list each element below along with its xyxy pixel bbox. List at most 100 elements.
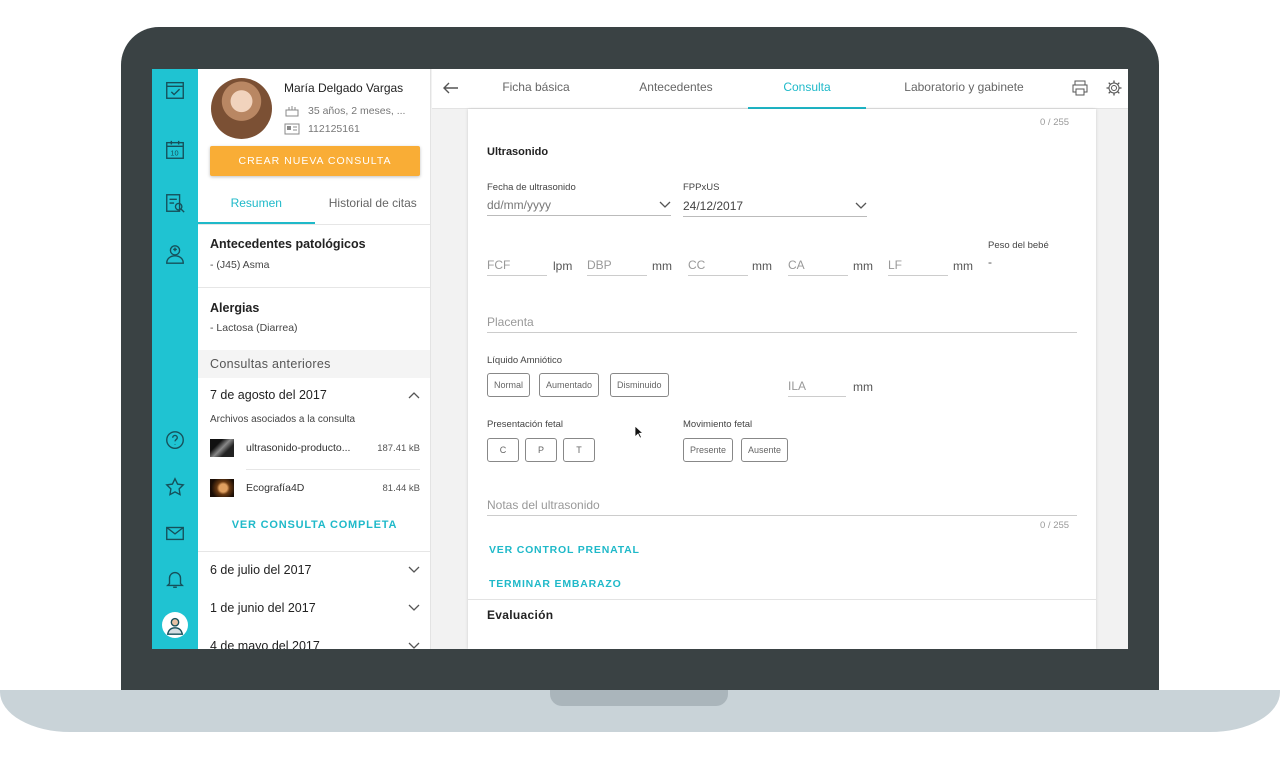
tab-summary[interactable]: Resumen	[198, 185, 315, 224]
char-counter: 0 / 255	[1040, 520, 1070, 531]
ultrasound-form-card: 0 / 255 Ultrasonido Fecha de ultrasonido…	[468, 109, 1096, 649]
notes-input[interactable]: Notas del ultrasonido	[487, 494, 1077, 516]
sidebar-tabs: Resumen Historial de citas	[198, 185, 431, 225]
divider	[198, 287, 430, 288]
end-pregnancy-link[interactable]: TERMINAR EMBARAZO	[489, 578, 622, 590]
lf-unit: mm	[953, 259, 973, 273]
patient-sidebar: María Delgado Vargas 35 años, 2 meses, .…	[198, 69, 431, 649]
us-date-field[interactable]: dd/mm/yyyy	[487, 194, 671, 216]
ila-input[interactable]: ILA	[788, 375, 846, 397]
doctor-icon[interactable]	[162, 241, 188, 267]
consult-date: 4 de mayo del 2017	[210, 639, 320, 649]
help-icon[interactable]	[162, 427, 188, 453]
main-tabs-bar: Ficha básica Antecedentes Consulta Labor…	[432, 69, 1128, 109]
us-date-placeholder: dd/mm/yyyy	[487, 197, 552, 212]
view-full-consult-link[interactable]: VER CONSULTA COMPLETA	[198, 519, 430, 531]
star-icon[interactable]	[162, 474, 188, 500]
file-size: 187.41 kB	[377, 442, 420, 454]
cc-input[interactable]: CC	[688, 254, 748, 276]
amniotic-decreased-chip[interactable]: Disminuido	[610, 373, 669, 397]
patient-id-row: 112125161	[284, 123, 360, 135]
bell-icon[interactable]	[162, 566, 188, 592]
divider	[198, 551, 430, 552]
chevron-down-icon[interactable]	[408, 642, 420, 649]
print-icon[interactable]	[1071, 79, 1089, 97]
calendar-icon[interactable]: 10	[162, 137, 188, 163]
fcf-input[interactable]: FCF	[487, 254, 547, 276]
movement-absent-chip[interactable]: Ausente	[741, 438, 789, 462]
files-label: Archivos asociados a la consulta	[210, 414, 356, 425]
weight-label: Peso del bebé	[988, 240, 1049, 251]
weight-value: -	[988, 255, 992, 269]
consult-item[interactable]: 6 de julio del 2017	[210, 563, 420, 577]
fppxus-label: FPPxUS	[683, 182, 720, 193]
consult-item[interactable]: 7 de agosto del 2017	[210, 388, 420, 402]
dbp-input[interactable]: DBP	[587, 254, 647, 276]
lf-input[interactable]: LF	[888, 254, 948, 276]
presentation-label: Presentación fetal	[487, 419, 564, 430]
fppxus-value: 24/12/2017	[683, 198, 744, 213]
chevron-down-icon[interactable]	[408, 604, 420, 612]
file-name: Ecografía4D	[246, 482, 305, 494]
divider	[468, 599, 1096, 600]
amniotic-normal-chip[interactable]: Normal	[487, 373, 531, 397]
prenatal-control-link[interactable]: VER CONTROL PRENATAL	[489, 544, 640, 556]
file-item[interactable]: Ecografía4D 81.44 kB	[210, 479, 420, 497]
gear-icon[interactable]	[1105, 79, 1123, 97]
cc-unit: mm	[752, 259, 772, 273]
consult-item[interactable]: 4 de mayo del 2017	[210, 639, 420, 649]
tab-lab[interactable]: Laboratorio y gabinete	[884, 69, 1044, 109]
consult-item[interactable]: 1 de junio del 2017	[210, 601, 420, 615]
mail-icon[interactable]	[162, 520, 188, 546]
evaluation-title: Evaluación	[487, 608, 554, 622]
tab-appointment-history[interactable]: Historial de citas	[315, 185, 431, 224]
ca-input[interactable]: CA	[788, 254, 848, 276]
dbp-unit: mm	[652, 259, 672, 273]
chevron-down-icon	[659, 201, 671, 208]
file-size: 81.44 kB	[382, 482, 421, 494]
fcf-unit: lpm	[553, 259, 573, 273]
consult-date: 1 de junio del 2017	[210, 601, 316, 615]
amniotic-label: Líquido Amniótico	[487, 355, 562, 366]
back-arrow-icon[interactable]	[442, 79, 460, 97]
svg-text:10: 10	[170, 149, 178, 158]
patient-photo	[211, 78, 272, 139]
echo-thumbnail	[210, 479, 234, 497]
laptop-notch	[550, 690, 728, 706]
pathologic-value: - (J45) Asma	[210, 259, 270, 271]
calendar-check-icon[interactable]	[162, 77, 188, 103]
allergies-title: Alergias	[210, 301, 260, 315]
file-name: ultrasonido-producto...	[246, 442, 351, 454]
consult-date: 7 de agosto del 2017	[210, 388, 327, 402]
tab-history[interactable]: Antecedentes	[610, 69, 742, 109]
tab-basic-file[interactable]: Ficha básica	[480, 69, 592, 109]
consult-date: 6 de julio del 2017	[210, 563, 312, 577]
patient-id: 112125161	[308, 123, 360, 135]
ila-unit: mm	[853, 380, 873, 394]
user-avatar[interactable]	[162, 612, 188, 638]
presentation-c-chip[interactable]: C	[487, 438, 519, 462]
divider	[246, 469, 420, 470]
previous-consults-header: Consultas anteriores	[198, 350, 430, 378]
amniotic-increased-chip[interactable]: Aumentado	[539, 373, 600, 397]
chevron-up-icon[interactable]	[408, 391, 420, 399]
section-title: Ultrasonido	[487, 146, 549, 158]
patient-age-row: 35 años, 2 meses, ...	[284, 105, 405, 117]
tab-consult[interactable]: Consulta	[748, 69, 866, 109]
file-item[interactable]: ultrasonido-producto... 187.41 kB	[210, 439, 420, 457]
movement-present-chip[interactable]: Presente	[683, 438, 734, 462]
ultrasound-thumbnail	[210, 439, 234, 457]
placenta-input[interactable]: Placenta	[487, 311, 1077, 333]
chevron-down-icon[interactable]	[408, 566, 420, 574]
pathologic-title: Antecedentes patológicos	[210, 237, 366, 251]
ca-unit: mm	[853, 259, 873, 273]
presentation-t-chip[interactable]: T	[563, 438, 595, 462]
fppxus-field[interactable]: 24/12/2017	[683, 195, 867, 217]
app-screen: 10 María Delgado Vargas 35 años, 2 meses…	[152, 69, 1128, 649]
cake-icon	[285, 106, 299, 117]
new-consult-button[interactable]: CREAR NUEVA CONSULTA	[210, 146, 420, 176]
records-search-icon[interactable]	[162, 190, 188, 216]
allergies-value: - Lactosa (Diarrea)	[210, 322, 298, 334]
presentation-p-chip[interactable]: P	[525, 438, 557, 462]
chevron-down-icon	[855, 202, 867, 209]
